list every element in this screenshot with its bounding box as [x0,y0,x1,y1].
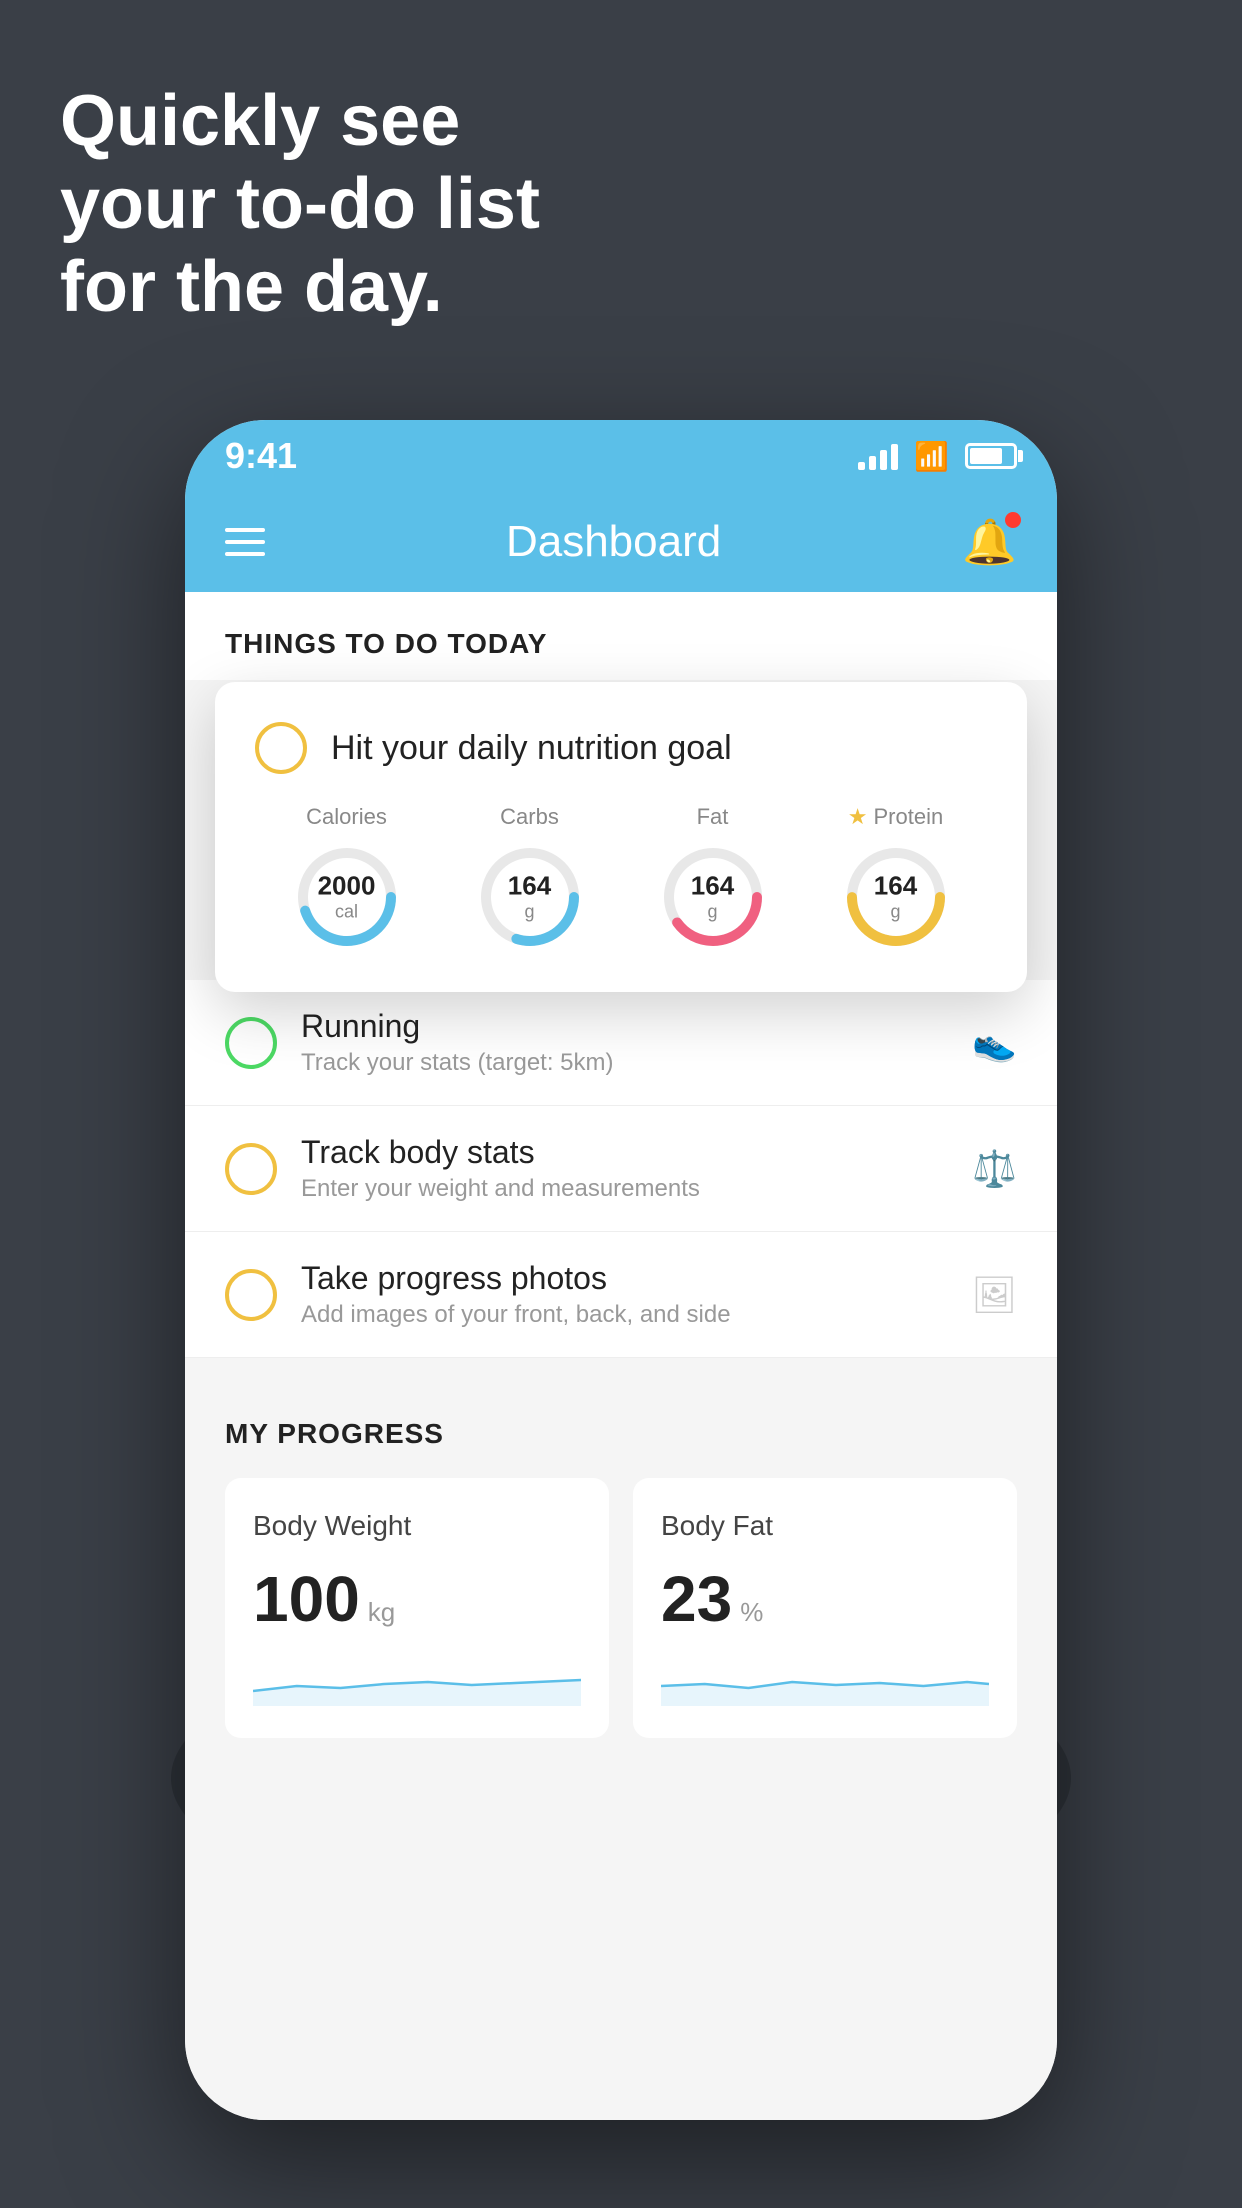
running-checkbox[interactable] [225,1017,277,1069]
body-fat-chart [661,1656,989,1706]
nav-title: Dashboard [506,517,721,567]
section-header: THINGS TO DO TODAY [185,592,1057,680]
fat-value: 164 [691,871,734,902]
body-fat-title: Body Fat [661,1510,989,1542]
bell-button[interactable]: 🔔 [962,516,1017,568]
calories-label: Calories [306,804,387,830]
protein-label: ★ Protein [848,804,943,830]
protein-value: 164 [874,871,917,902]
hero-text: Quickly see your to-do list for the day. [60,80,540,328]
photos-text: Take progress photos Add images of your … [301,1260,947,1329]
body-stats-text: Track body stats Enter your weight and m… [301,1134,948,1203]
hero-line1: Quickly see [60,80,540,163]
scale-icon: ⚖️ [972,1148,1017,1190]
nutrition-goal-card[interactable]: Hit your daily nutrition goal Calories 2… [215,682,1027,992]
calories-donut: 2000 cal [292,842,402,952]
phone-frame: 9:41 📶 Dashboard 🔔 THINGS TO [185,420,1057,2120]
top-nav: Dashboard 🔔 [185,492,1057,592]
notification-dot [1005,512,1021,528]
status-time: 9:41 [225,435,297,477]
carbs-label: Carbs [500,804,559,830]
body-fat-unit: % [740,1597,763,1628]
nutrition-goal-checkbox[interactable] [255,722,307,774]
body-weight-number: 100 [253,1562,360,1636]
protein-unit: g [874,902,917,924]
todo-photos[interactable]: Take progress photos Add images of your … [185,1232,1057,1358]
body-fat-number: 23 [661,1562,732,1636]
body-weight-unit: kg [368,1597,395,1628]
status-bar: 9:41 📶 [185,420,1057,492]
progress-header: MY PROGRESS [225,1418,1017,1450]
body-fat-value-row: 23 % [661,1562,989,1636]
running-subtitle: Track your stats (target: 5km) [301,1049,948,1077]
nutrition-circles: Calories 2000 cal Carbs [255,804,987,952]
body-weight-card[interactable]: Body Weight 100 kg [225,1478,609,1738]
shoe-icon: 👟 [972,1022,1017,1064]
photos-title: Take progress photos [301,1260,947,1297]
calories-unit: cal [318,902,376,924]
calories-value: 2000 [318,871,376,902]
photo-icon: 🖼 [971,1274,1017,1316]
progress-cards: Body Weight 100 kg Body Fat [225,1478,1017,1738]
status-icons: 📶 [858,440,1017,473]
nutrition-goal-item: Hit your daily nutrition goal [255,722,987,774]
carbs-item: Carbs 164 g [475,804,585,952]
hero-line3: for the day. [60,246,540,329]
body-stats-title: Track body stats [301,1134,948,1171]
menu-button[interactable] [225,528,265,556]
photos-subtitle: Add images of your front, back, and side [301,1301,947,1329]
carbs-unit: g [508,902,551,924]
todo-running[interactable]: Running Track your stats (target: 5km) 👟 [185,980,1057,1106]
section-header-text: THINGS TO DO TODAY [225,628,547,659]
nutrition-goal-title: Hit your daily nutrition goal [331,729,732,768]
body-weight-title: Body Weight [253,1510,581,1542]
hero-line2: your to-do list [60,163,540,246]
todo-list: Running Track your stats (target: 5km) 👟… [185,980,1057,1358]
wifi-icon: 📶 [914,440,949,473]
fat-unit: g [691,902,734,924]
battery-icon [965,443,1017,469]
protein-item: ★ Protein 164 g [841,804,951,952]
content-area: THINGS TO DO TODAY Hit your daily nutrit… [185,592,1057,2120]
body-fat-card[interactable]: Body Fat 23 % [633,1478,1017,1738]
photos-checkbox[interactable] [225,1269,277,1321]
star-icon: ★ [848,804,868,830]
signal-bars-icon [858,442,898,470]
running-text: Running Track your stats (target: 5km) [301,1008,948,1077]
body-weight-value-row: 100 kg [253,1562,581,1636]
running-title: Running [301,1008,948,1045]
calories-item: Calories 2000 cal [292,804,402,952]
body-weight-chart [253,1656,581,1706]
body-stats-subtitle: Enter your weight and measurements [301,1175,948,1203]
todo-body-stats[interactable]: Track body stats Enter your weight and m… [185,1106,1057,1232]
carbs-value: 164 [508,871,551,902]
carbs-donut: 164 g [475,842,585,952]
protein-donut: 164 g [841,842,951,952]
fat-donut: 164 g [658,842,768,952]
fat-item: Fat 164 g [658,804,768,952]
fat-label: Fat [697,804,729,830]
progress-section: MY PROGRESS Body Weight 100 kg [185,1378,1057,1758]
body-stats-checkbox[interactable] [225,1143,277,1195]
